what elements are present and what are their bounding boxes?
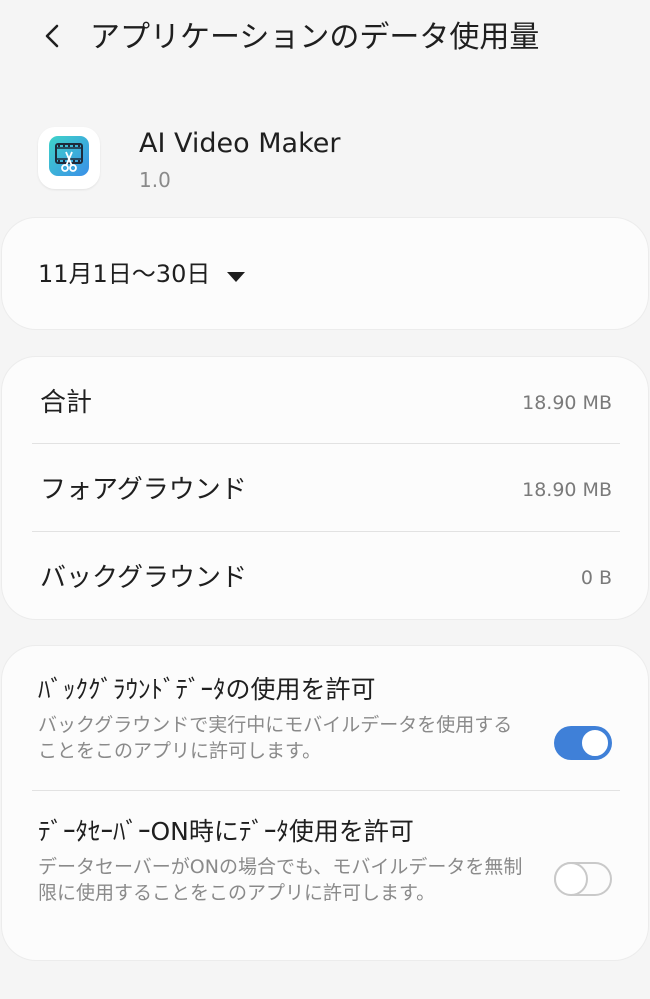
- usage-label: バックグラウンド: [40, 563, 247, 593]
- data-saver-toggle[interactable]: [554, 862, 612, 896]
- back-chevron-icon: [41, 21, 63, 55]
- toggle-knob: [554, 862, 588, 896]
- setting-title: ﾃﾞｰﾀｾｰﾊﾞｰON時にﾃﾞｰﾀ使用を許可: [38, 817, 414, 846]
- divider: [32, 531, 620, 532]
- app-version: 1.0: [139, 168, 171, 192]
- setting-allow-background-data[interactable]: ﾊﾞｯｸｸﾞﾗｳﾝﾄﾞﾃﾞｰﾀの使用を許可 バックグラウンドで実行中にモバイルデ…: [38, 672, 618, 782]
- period-card: 11月1日〜30日: [2, 218, 648, 329]
- usage-row-total: 合計 18.90 MB: [32, 359, 620, 447]
- dropdown-triangle-icon: [226, 268, 246, 282]
- setting-description: バックグラウンドで実行中にモバイルデータを使用することをこのアプリに許可します。: [38, 714, 513, 762]
- app-name: AI Video Maker: [139, 128, 341, 159]
- usage-row-foreground: フォアグラウンド 18.90 MB: [32, 446, 620, 534]
- divider: [32, 790, 620, 791]
- usage-card: 合計 18.90 MB フォアグラウンド 18.90 MB バックグラウンド 0…: [2, 357, 648, 619]
- usage-value: 18.90 MB: [522, 392, 612, 414]
- settings-card: ﾊﾞｯｸｸﾞﾗｳﾝﾄﾞﾃﾞｰﾀの使用を許可 バックグラウンドで実行中にモバイルデ…: [2, 646, 648, 960]
- back-button[interactable]: [30, 14, 74, 62]
- usage-value: 0 B: [580, 567, 612, 589]
- setting-title: ﾊﾞｯｸｸﾞﾗｳﾝﾄﾞﾃﾞｰﾀの使用を許可: [38, 675, 376, 704]
- toggle-knob: [580, 728, 610, 758]
- film-scissors-icon: [47, 134, 91, 182]
- usage-value: 18.90 MB: [522, 479, 612, 501]
- usage-label: 合計: [40, 388, 93, 418]
- app-info: AI Video Maker 1.0: [38, 125, 618, 195]
- background-data-toggle[interactable]: [554, 726, 612, 760]
- setting-allow-data-saver-usage[interactable]: ﾃﾞｰﾀｾｰﾊﾞｰON時にﾃﾞｰﾀ使用を許可 データセーバーがONの場合でも、モ…: [38, 814, 618, 944]
- setting-description: データセーバーがONの場合でも、モバイルデータを無制限に使用することをこのアプリ…: [38, 856, 523, 904]
- divider: [32, 443, 620, 444]
- page-title: アプリケーションのデータ使用量: [90, 20, 540, 55]
- period-dropdown[interactable]: 11月1日〜30日: [38, 254, 246, 294]
- app-icon: [38, 127, 100, 189]
- usage-label: フォアグラウンド: [40, 475, 247, 505]
- period-label: 11月1日〜30日: [38, 260, 211, 288]
- app-bar: アプリケーションのデータ使用量: [0, 0, 650, 80]
- usage-row-background: バックグラウンド 0 B: [32, 534, 620, 622]
